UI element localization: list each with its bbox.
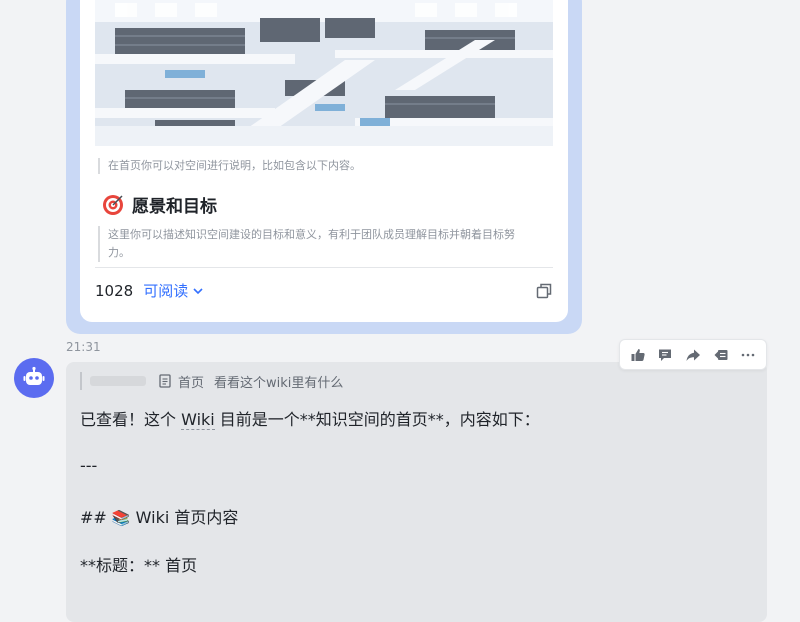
- quote-icon: [714, 349, 728, 360]
- reply-author-placeholder: [90, 376, 146, 386]
- bot-avatar[interactable]: [14, 358, 54, 398]
- chevron-down-icon: [193, 287, 203, 294]
- wiki-card[interactable]: 在首页你可以对空间进行说明，比如包含以下内容。 愿景和目标 这里你可以描述知识空…: [80, 0, 568, 322]
- thumbs-up-icon: [631, 348, 645, 361]
- books-icon: 📚: [111, 509, 131, 527]
- bot-message-bubble: 首页 看看这个wiki里有什么 已查看！这个 Wiki 目前是一个**知识空间的…: [66, 362, 767, 622]
- doc-icon: [159, 374, 171, 388]
- read-count: 1028: [95, 281, 134, 300]
- more-button[interactable]: [736, 343, 760, 367]
- permission-dropdown[interactable]: 可阅读: [143, 280, 204, 301]
- forward-icon: [686, 349, 700, 361]
- card-section-title: 愿景和目标: [102, 192, 217, 217]
- card-cover-image: [95, 0, 553, 146]
- section-title-text: 愿景和目标: [132, 197, 217, 217]
- wiki-link[interactable]: Wiki: [181, 410, 215, 430]
- line3-text: Wiki 首页内容: [130, 508, 239, 527]
- card-intro-text: 在首页你可以对空间进行说明，比如包含以下内容。: [98, 158, 361, 174]
- line1-prefix: 已查看！这个: [80, 410, 182, 429]
- card-divider: [95, 267, 553, 268]
- reply-reference[interactable]: 首页 看看这个wiki里有什么: [80, 372, 344, 391]
- message-timestamp: 21:31: [66, 340, 101, 354]
- reply-doc-title: 首页: [178, 375, 205, 391]
- copy-icon[interactable]: [535, 282, 553, 300]
- quote-reply-button[interactable]: [709, 343, 733, 367]
- section-desc-line1: 这里你可以描述知识空间建设的目标和意义，有利于团队成员理解目标并朝着目标努: [108, 228, 515, 241]
- comment-button[interactable]: [653, 343, 677, 367]
- card-section-description: 这里你可以描述知识空间建设的目标和意义，有利于团队成员理解目标并朝着目标努 力。: [98, 226, 553, 262]
- permission-label: 可阅读: [143, 282, 189, 300]
- reply-quoted-text: 看看这个wiki里有什么: [214, 375, 344, 391]
- robot-icon: [23, 366, 45, 385]
- line3-prefix: ##: [80, 508, 112, 527]
- message-line-2: ---: [80, 456, 98, 475]
- message-line-4: **标题：** 首页: [80, 556, 198, 575]
- shared-card-container: 在首页你可以对空间进行说明，比如包含以下内容。 愿景和目标 这里你可以描述知识空…: [66, 0, 582, 334]
- message-line-1: 已查看！这个 Wiki 目前是一个**知识空间的首页**，内容如下：: [80, 406, 540, 430]
- target-icon: [103, 194, 123, 215]
- message-action-toolbar: [619, 339, 767, 370]
- section-desc-line2: 力。: [108, 246, 130, 259]
- line1-suffix: 目前是一个**知识空间的首页**，内容如下：: [214, 410, 540, 429]
- card-footer: 1028 可阅读: [95, 280, 553, 301]
- comment-icon: [659, 349, 672, 361]
- more-icon: [741, 353, 755, 356]
- thumbs-up-button[interactable]: [626, 343, 650, 367]
- forward-button[interactable]: [681, 343, 705, 367]
- message-line-3: ## 📚 Wiki 首页内容: [80, 504, 238, 528]
